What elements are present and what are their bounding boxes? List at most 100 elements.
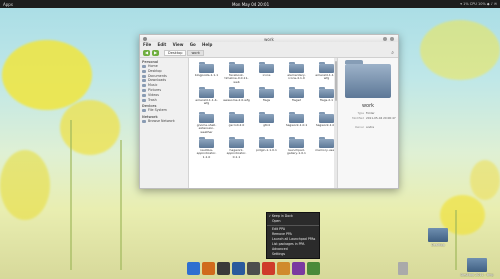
top-panel: Apps Mon May 04 20:01 ▾ 1% CPU 10% ◆ ♪ ✉ xyxy=(0,0,500,8)
folder-icon xyxy=(199,112,214,123)
toolbar: ◀ ▶ Desktop work ⌕ xyxy=(140,48,398,58)
file-item[interactable]: gnome-shell-extension-weather xyxy=(193,112,220,137)
file-item[interactable]: icons xyxy=(253,62,280,87)
folder-icon xyxy=(229,112,244,123)
videos-icon xyxy=(142,93,146,97)
back-arrow-icon[interactable]: ◀ xyxy=(143,49,150,56)
forward-arrow-icon[interactable]: ▶ xyxy=(152,49,159,56)
drive-icon xyxy=(142,109,146,113)
folder-icon xyxy=(289,87,304,98)
sidebar-item-filesystem[interactable]: File System xyxy=(140,108,188,113)
file-item[interactable]: emerald-1.1.4-wfg xyxy=(193,87,220,112)
maximize-icon[interactable] xyxy=(390,36,394,41)
file-name: blogposts-1.1.1 xyxy=(194,73,219,77)
menu-edit[interactable]: Edit xyxy=(157,42,166,47)
flower-stem xyxy=(120,140,122,270)
sidebar-item-trash[interactable]: Trash xyxy=(140,98,188,103)
folder-icon xyxy=(319,112,334,123)
folder-icon xyxy=(199,137,214,148)
file-item[interactable]: flags xyxy=(253,87,280,112)
flower-stem xyxy=(70,120,72,270)
dock-app-icon[interactable] xyxy=(187,262,200,275)
file-name: launchpad-gallery-1.0.1 xyxy=(287,148,306,156)
desktop-icon-folder-2[interactable]: Desktop 2011 - tmp xyxy=(457,258,497,277)
file-item[interactable]: nautilus-appindicator-1.1.0 xyxy=(193,137,220,162)
folder-icon xyxy=(289,137,304,148)
file-item[interactable]: hagwork-1.0.1 xyxy=(283,112,310,137)
file-name: facebook-timeline-0.0.11-web xyxy=(224,73,249,84)
menu-view[interactable]: View xyxy=(173,42,184,47)
flower-blob xyxy=(0,150,50,220)
folder-icon xyxy=(229,137,244,148)
sidebar-item-browse-network[interactable]: Browse Network xyxy=(140,119,188,124)
flower-blob xyxy=(470,160,500,200)
file-item[interactable]: awesome-2.0-wfg xyxy=(223,87,250,112)
dock-app-icon[interactable] xyxy=(292,262,305,275)
minimize-icon[interactable] xyxy=(383,36,387,41)
documents-icon xyxy=(142,74,146,78)
window-titlebar[interactable]: work xyxy=(140,35,398,42)
file-item[interactable]: facebook-timeline-0.0.11-web xyxy=(223,62,250,87)
file-name: gscroll-2.0 xyxy=(228,123,245,127)
folder-icon xyxy=(428,228,448,242)
dock-app-icon[interactable] xyxy=(232,262,245,275)
dock-app-icon[interactable] xyxy=(277,262,290,275)
folder-icon xyxy=(259,137,274,148)
folder-icon xyxy=(199,62,214,73)
details-pane: work Type Folder Modified 2011-05-04 20:00… xyxy=(337,58,398,188)
dock-app-icon[interactable] xyxy=(202,262,215,275)
desktop-icon-label: Desktop xyxy=(431,243,445,247)
dock-app-icon[interactable] xyxy=(247,262,260,275)
pictures-icon xyxy=(142,88,146,92)
context-menu-item[interactable]: Settings xyxy=(267,252,319,257)
details-name: work xyxy=(361,103,375,109)
file-name: hagwork-1.0.1 xyxy=(285,123,308,127)
menu-file[interactable]: File xyxy=(143,42,151,47)
folder-preview-icon xyxy=(345,60,391,98)
file-item[interactable]: hagwork-appindicator-0.1.1 xyxy=(223,137,250,162)
file-item[interactable]: flags2 xyxy=(283,87,310,112)
file-name: icons xyxy=(262,73,271,77)
trash-icon[interactable] xyxy=(398,262,408,275)
file-item[interactable]: gtk4 xyxy=(253,112,280,137)
crumb-desktop[interactable]: Desktop xyxy=(164,49,187,56)
desktop-icon-folder[interactable]: Desktop xyxy=(418,228,458,247)
menu-go[interactable]: Go xyxy=(190,42,196,47)
file-item[interactable]: pidgin-1.1.0.1 xyxy=(253,137,280,162)
dock-app-icon[interactable] xyxy=(217,262,230,275)
folder-icon xyxy=(259,62,274,73)
file-item[interactable]: gscroll-2.0 xyxy=(223,112,250,137)
menu-help[interactable]: Help xyxy=(202,42,212,47)
file-name: nautilus-appindicator-1.1.0 xyxy=(196,148,217,159)
clock[interactable]: Mon May 04 20:01 xyxy=(232,2,269,7)
breadcrumb: Desktop work xyxy=(164,49,204,56)
dock xyxy=(187,262,320,275)
file-name: flags2 xyxy=(291,98,302,102)
details-row-owner: Owner andre xyxy=(354,125,375,129)
flower-blob xyxy=(60,100,120,155)
folder-icon xyxy=(229,62,244,73)
file-name: emerald-1.1.4-wfg xyxy=(195,98,218,106)
folder-icon xyxy=(229,87,244,98)
dock-context-menu: Keep in DockOpenEdit PPARemove PPALaunch… xyxy=(266,212,320,259)
crumb-work[interactable]: work xyxy=(187,49,204,56)
file-item[interactable]: launchpad-gallery-1.0.1 xyxy=(283,137,310,162)
file-name: hagwork-appindicator-0.1.1 xyxy=(226,148,247,159)
music-icon xyxy=(142,84,146,88)
folder-icon xyxy=(289,112,304,123)
file-item[interactable]: elementary-icons-4.1.0 xyxy=(283,62,310,87)
folder-icon xyxy=(319,87,334,98)
desktop-icon xyxy=(142,69,146,73)
file-name: pidgin-1.1.0.1 xyxy=(256,148,277,152)
folder-icon xyxy=(319,137,334,148)
search-icon[interactable]: ⌕ xyxy=(391,50,394,56)
file-name: gtk4 xyxy=(263,123,270,127)
details-row-type: Type Folder xyxy=(357,111,375,115)
dock-app-icon[interactable] xyxy=(262,262,275,275)
dock-app-icon[interactable] xyxy=(307,262,320,275)
system-tray[interactable]: ▾ 1% CPU 10% ◆ ♪ ✉ xyxy=(460,2,497,6)
file-item[interactable]: blogposts-1.1.1 xyxy=(193,62,220,87)
folder-icon xyxy=(259,87,274,98)
apps-menu[interactable]: Apps xyxy=(3,2,13,7)
context-menu-item[interactable]: Open xyxy=(267,219,319,224)
